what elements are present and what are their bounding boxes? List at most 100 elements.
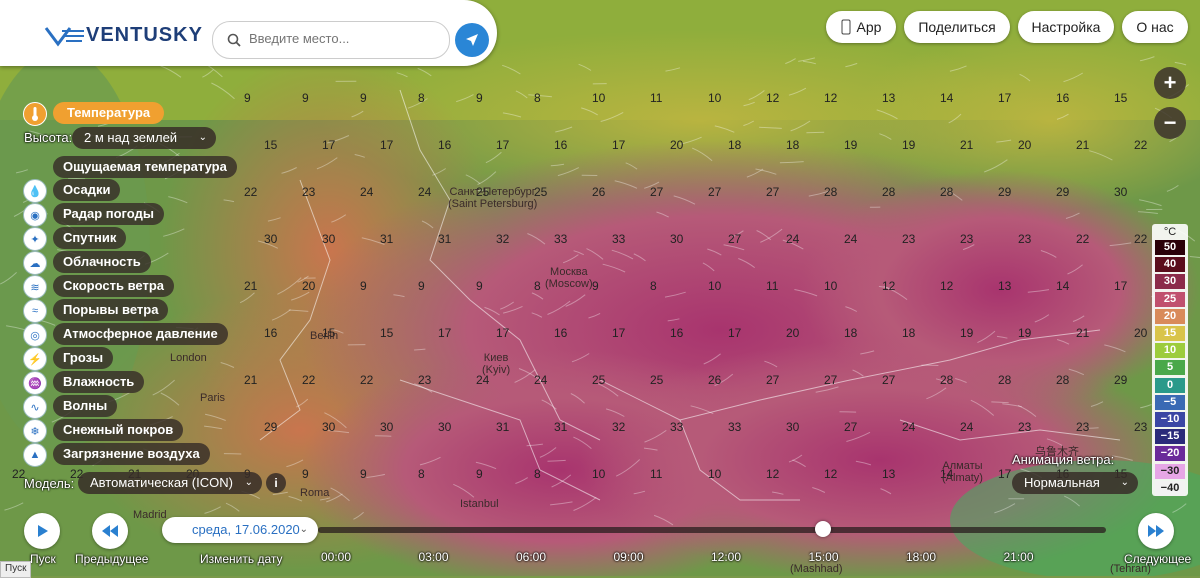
wind-gust-icon[interactable]: ≈	[23, 299, 47, 323]
city-label[interactable]: Киев (Kyiv)	[482, 352, 510, 376]
map-temperature-label: 32	[612, 420, 626, 434]
play-button[interactable]	[24, 513, 60, 549]
zoom-out-button[interactable]: −	[1154, 107, 1186, 139]
map-temperature-label: 21	[960, 138, 974, 152]
city-label[interactable]: Istanbul	[460, 498, 499, 510]
layer-item[interactable]: Скорость ветра	[53, 275, 174, 297]
search-box[interactable]	[212, 21, 450, 59]
zoom-in-button[interactable]: +	[1154, 67, 1186, 99]
timeline-handle[interactable]	[815, 521, 831, 537]
timeline-tick[interactable]: 00:00	[321, 550, 351, 564]
app-button[interactable]: App	[826, 11, 896, 43]
map-temperature-label: 21	[244, 279, 258, 293]
thermometer-icon[interactable]	[23, 102, 47, 126]
about-button[interactable]: О нас	[1122, 11, 1188, 43]
layer-item[interactable]: Грозы	[53, 347, 114, 369]
map-temperature-label: 20	[786, 326, 800, 340]
date-value: среда, 17.06.2020	[192, 522, 300, 537]
height-value: 2 м над землей	[84, 130, 178, 145]
settings-button[interactable]: Настройка	[1018, 11, 1114, 43]
lightning-icon[interactable]: ⚡	[23, 347, 47, 371]
city-name: (Mashhad)	[790, 563, 843, 575]
city-name: Madrid	[133, 509, 167, 521]
map-temperature-label: 13	[998, 279, 1012, 293]
map-temperature-label: 12	[940, 279, 954, 293]
prev-button[interactable]	[92, 513, 128, 549]
rain-drop-icon[interactable]: 💧	[23, 179, 47, 203]
pressure-icon[interactable]: ◎	[23, 323, 47, 347]
map-temperature-label: 15	[264, 138, 278, 152]
layer-item[interactable]: Облачность	[53, 251, 151, 273]
chevron-down-icon: ⌄	[244, 477, 253, 488]
timeline-tick[interactable]: 15:00	[808, 550, 838, 564]
radar-icon[interactable]: ◉	[23, 203, 47, 227]
height-select[interactable]: 2 м над землей ⌄	[72, 127, 216, 149]
snowflake-icon[interactable]: ❄	[23, 419, 47, 443]
wind-icon[interactable]: ≋	[23, 275, 47, 299]
city-label[interactable]: (Mashhad)	[790, 563, 843, 575]
map-temperature-label: 28	[824, 185, 838, 199]
city-label[interactable]: Roma	[300, 487, 329, 499]
city-label[interactable]: Алматы (Almaty)	[942, 460, 983, 484]
city-label[interactable]: Paris	[200, 392, 225, 404]
timeline-tick[interactable]: 06:00	[516, 550, 546, 564]
city-label[interactable]: Berlin	[310, 330, 338, 342]
date-select[interactable]: среда, 17.06.2020 ⌄	[162, 517, 318, 543]
next-button[interactable]	[1138, 513, 1174, 549]
humidity-icon[interactable]: ♒	[23, 371, 47, 395]
status-text: Пуск	[5, 563, 27, 574]
map-temperature-label: 16	[554, 138, 568, 152]
layer-item[interactable]: Волны	[53, 395, 118, 417]
map-temperature-label: 11	[766, 279, 779, 293]
map-temperature-label: 9	[360, 91, 367, 105]
map-temperature-label: 9	[302, 467, 309, 481]
locate-button[interactable]	[455, 23, 489, 57]
timeline-tick[interactable]: 09:00	[613, 550, 643, 564]
timeline-tick[interactable]: 18:00	[906, 550, 936, 564]
layer-item[interactable]: Снежный покров	[53, 419, 184, 441]
model-select[interactable]: Автоматическая (ICON) ⌄	[78, 472, 262, 494]
info-icon[interactable]: i	[266, 473, 286, 493]
satellite-icon[interactable]: ✦	[23, 227, 47, 251]
map-temperature-label: 16	[1056, 91, 1070, 105]
wind-animation-select[interactable]: Нормальная ⌄	[1012, 472, 1138, 494]
map-temperature-label: 31	[554, 420, 568, 434]
share-button[interactable]: Поделиться	[904, 11, 1010, 43]
city-label[interactable]: Санкт-Петербург (Saint Petersburg)	[448, 186, 537, 210]
map-temperature-label: 30	[264, 232, 278, 246]
layer-item[interactable]: Атмосферное давление	[53, 323, 228, 345]
layer-item[interactable]: Радар погоды	[53, 203, 164, 225]
layer-feels-like[interactable]: Ощущаемая температура	[53, 156, 237, 178]
timeline-tick[interactable]: 12:00	[711, 550, 741, 564]
layer-item[interactable]: Спутник	[53, 227, 127, 249]
map-temperature-label: 23	[960, 232, 974, 246]
map-temperature-label: 24	[902, 420, 916, 434]
map-temperature-label: 27	[882, 373, 896, 387]
map-temperature-label: 15	[380, 326, 394, 340]
map-temperature-label: 20	[670, 138, 684, 152]
cloud-icon[interactable]: ☁	[23, 251, 47, 275]
timeline-track[interactable]	[318, 527, 1106, 533]
layer-item[interactable]: Загрязнение воздуха	[53, 443, 210, 465]
map-temperature-label: 8	[534, 279, 541, 293]
legend-cell: −10	[1155, 412, 1185, 427]
layer-item[interactable]: Влажность	[53, 371, 145, 393]
timeline-tick[interactable]: 21:00	[1003, 550, 1033, 564]
map-temperature-label: 9	[360, 467, 367, 481]
layer-item[interactable]: Порывы ветра	[53, 299, 169, 321]
factory-icon[interactable]: ▲	[23, 443, 47, 467]
logo[interactable]: VENTUSKY	[44, 24, 203, 47]
city-label[interactable]: Москва (Moscow)	[545, 266, 593, 290]
city-label[interactable]: Madrid	[133, 509, 167, 521]
map-temperature-label: 23	[1076, 420, 1090, 434]
waves-icon[interactable]: ∿	[23, 395, 47, 419]
timeline-tick[interactable]: 03:00	[418, 550, 448, 564]
search-input[interactable]	[247, 30, 441, 47]
layer-temperature[interactable]: Температура	[53, 102, 165, 124]
city-label[interactable]: London	[170, 352, 207, 364]
layer-item[interactable]: Осадки	[53, 179, 121, 201]
map-temperature-label: 30	[670, 232, 684, 246]
rewind-icon	[102, 525, 118, 537]
play-icon	[38, 525, 48, 537]
city-subname: (Moscow)	[545, 278, 593, 290]
